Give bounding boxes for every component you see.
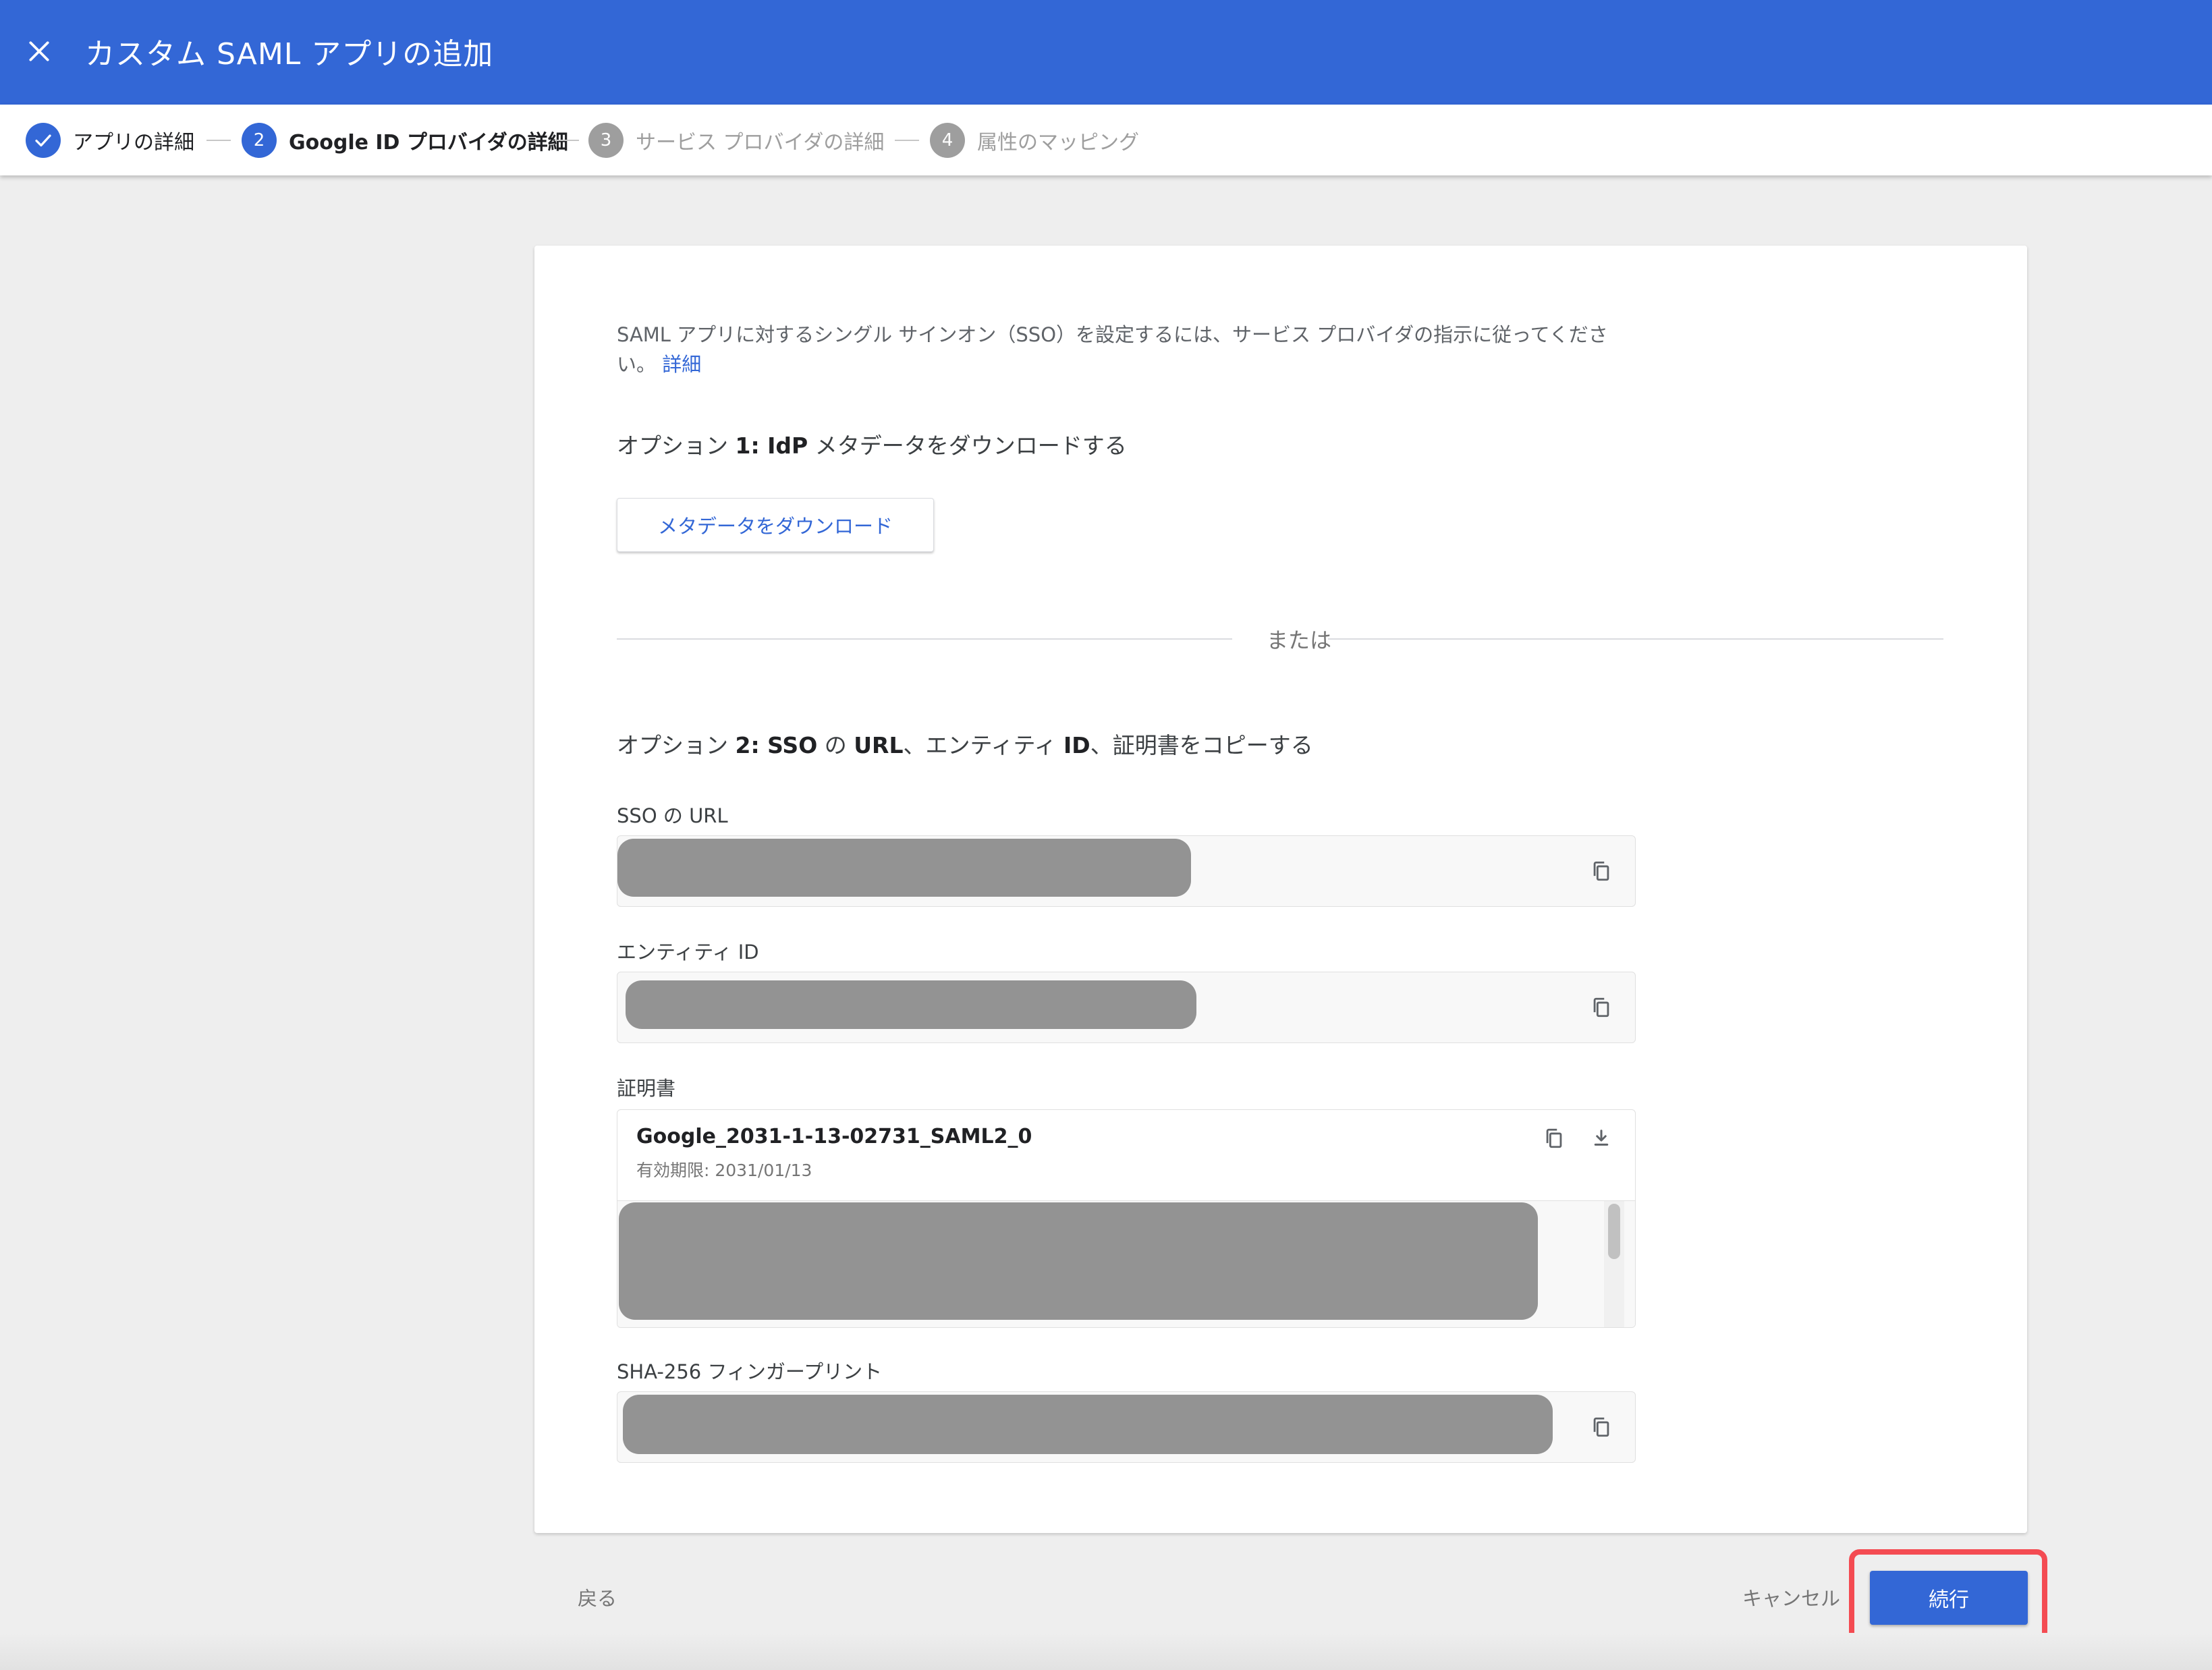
intro-text: SAML アプリに対するシングル サインオン（SSO）を設定するには、サービス … <box>617 320 1642 379</box>
fingerprint-field[interactable] <box>617 1391 1636 1463</box>
step-separator <box>555 140 579 141</box>
entity-id-field[interactable] <box>617 972 1636 1043</box>
bottom-edge <box>0 1633 2212 1670</box>
option-2-prefix: オプション <box>617 732 736 758</box>
copy-fingerprint-button[interactable] <box>1586 1412 1616 1442</box>
copy-icon <box>1593 1417 1609 1437</box>
step-3-number: 3 <box>588 123 624 158</box>
redacted-entity-id <box>626 980 1196 1029</box>
option-1-prefix: オプション <box>617 433 736 459</box>
step-separator <box>206 140 231 141</box>
step-separator <box>895 140 919 141</box>
option-1-bold: 1: IdP <box>735 433 808 459</box>
step-2-label: Google ID プロバイダの詳細 <box>289 131 568 155</box>
option-2-mid-1: の <box>817 732 854 758</box>
redacted-fingerprint <box>623 1395 1553 1454</box>
app-bar: カスタム SAML アプリの追加 <box>0 0 2212 105</box>
scrollbar-thumb[interactable] <box>1608 1204 1620 1259</box>
intro-description: SAML アプリに対するシングル サインオン（SSO）を設定するには、サービス … <box>617 323 1608 376</box>
entity-id-label: エンティティ ID <box>617 941 759 964</box>
cancel-button[interactable]: キャンセル <box>1742 1583 1840 1611</box>
redacted-certificate <box>619 1202 1538 1320</box>
close-icon <box>29 41 49 61</box>
download-certificate-button[interactable] <box>1586 1123 1616 1153</box>
copy-entity-id-button[interactable] <box>1586 993 1616 1022</box>
option-2-heading: オプション 2: SSO の URL、エンティティ ID、証明書をコピーする <box>617 727 1313 760</box>
close-button[interactable] <box>19 31 59 72</box>
option-1-heading: オプション 1: IdP メタデータをダウンロードする <box>617 428 1127 460</box>
step-2-number: 2 <box>242 123 277 158</box>
step-4-number: 4 <box>930 123 965 158</box>
copy-certificate-button[interactable] <box>1539 1123 1569 1153</box>
step-attribute-mapping[interactable]: 4 属性のマッピング <box>930 122 1139 159</box>
check-icon <box>35 134 51 147</box>
option-2-bold-2: URL <box>854 732 904 758</box>
option-2-bold-3: ID <box>1063 732 1090 758</box>
certificate-name: Google_2031-1-13-02731_SAML2_0 <box>636 1125 1032 1148</box>
step-1-label: アプリの詳細 <box>73 131 194 155</box>
option-1-suffix: メタデータをダウンロードする <box>808 433 1127 459</box>
fingerprint-label: SHA-256 フィンガープリント <box>617 1360 883 1383</box>
copy-sso-url-button[interactable] <box>1586 856 1616 886</box>
continue-button[interactable]: 続行 <box>1870 1571 2028 1625</box>
certificate-content[interactable] <box>617 1200 1635 1327</box>
back-button[interactable]: 戻る <box>578 1583 617 1611</box>
copy-icon <box>1593 997 1609 1018</box>
step-1-check <box>26 123 61 158</box>
divider-left <box>617 638 1232 640</box>
download-icon <box>1594 1130 1609 1146</box>
copy-icon <box>1546 1128 1562 1148</box>
sso-url-field[interactable] <box>617 835 1636 907</box>
certificate-label: 証明書 <box>617 1077 676 1100</box>
learn-more-link[interactable]: 詳細 <box>662 353 701 376</box>
stepper: アプリの詳細 2 Google ID プロバイダの詳細 3 サービス プロバイダ… <box>0 105 2212 175</box>
certificate-expiry: 有効期限: 2031/01/13 <box>636 1161 812 1180</box>
copy-icon <box>1593 861 1609 881</box>
idp-details-card: SAML アプリに対するシングル サインオン（SSO）を設定するには、サービス … <box>534 246 2027 1533</box>
certificate-box: Google_2031-1-13-02731_SAML2_0 有効期限: 203… <box>617 1109 1636 1328</box>
step-app-details[interactable]: アプリの詳細 <box>26 122 194 159</box>
step-3-label: サービス プロバイダの詳細 <box>636 131 885 155</box>
page-title: カスタム SAML アプリの追加 <box>85 37 494 72</box>
option-2-mid-2: 、エンティティ <box>903 732 1064 758</box>
option-2-bold-1: 2: SSO <box>735 732 818 758</box>
redacted-sso-url <box>617 839 1191 897</box>
download-metadata-button[interactable]: メタデータをダウンロード <box>617 498 934 552</box>
step-service-provider-details[interactable]: 3 サービス プロバイダの詳細 <box>588 122 884 159</box>
sso-url-label: SSO の URL <box>617 804 728 827</box>
step-4-label: 属性のマッピング <box>977 131 1139 155</box>
certificate-scrollbar[interactable] <box>1604 1201 1624 1327</box>
option-2-suffix: 、証明書をコピーする <box>1090 732 1313 758</box>
step-google-idp-details[interactable]: 2 Google ID プロバイダの詳細 <box>242 122 568 159</box>
divider-right <box>1328 638 1943 640</box>
